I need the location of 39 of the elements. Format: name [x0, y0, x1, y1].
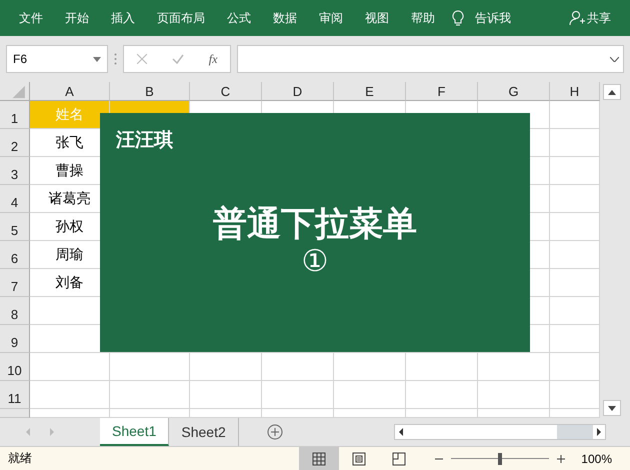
row-header[interactable]: 4 — [0, 185, 30, 213]
status-text: 就绪 — [8, 450, 32, 467]
share-button[interactable]: 共享 — [585, 10, 622, 26]
row-header[interactable]: 7 — [0, 269, 30, 297]
ribbon-tab[interactable]: 公式 — [216, 10, 262, 26]
column-header[interactable]: D — [262, 82, 334, 101]
step-number: ① — [302, 247, 328, 277]
row-header[interactable]: 1 — [0, 101, 30, 129]
row-header[interactable]: 9 — [0, 325, 30, 353]
row-header[interactable]: 2 — [0, 129, 30, 157]
row-header[interactable]: 6 — [0, 241, 30, 269]
column-header[interactable]: G — [478, 82, 550, 101]
insert-function-button[interactable]: fx — [208, 52, 218, 66]
sheet-tab[interactable]: Sheet1 — [100, 418, 170, 446]
ribbon-tab[interactable]: 开始 — [54, 10, 100, 26]
ribbon-tab[interactable]: 插入 — [100, 10, 146, 26]
zoom-level[interactable]: 100% — [581, 452, 612, 466]
ribbon-tab[interactable]: 数据 — [262, 10, 308, 26]
author-label: 汪汪琪 — [116, 129, 173, 153]
column-header[interactable]: A — [30, 82, 110, 101]
card-title: 普通下拉菜单 — [213, 204, 417, 245]
ribbon-tab[interactable]: 审阅 — [308, 10, 354, 26]
column-header[interactable]: F — [406, 82, 478, 101]
tell-me-search[interactable]: 告诉我 — [464, 10, 522, 26]
row-header[interactable]: 8 — [0, 297, 30, 325]
column-header[interactable]: B — [110, 82, 190, 101]
ribbon-tab[interactable]: 视图 — [354, 10, 400, 26]
name-box[interactable]: F6 — [6, 45, 108, 73]
header-cell: 姓名 — [30, 101, 110, 129]
row-header[interactable]: 5 — [0, 213, 30, 241]
row-header[interactable]: 11 — [0, 381, 30, 409]
row-header[interactable]: 10 — [0, 353, 30, 381]
column-header[interactable]: C — [190, 82, 262, 101]
column-header[interactable]: H — [550, 82, 600, 101]
row-header[interactable]: 3 — [0, 157, 30, 185]
ribbon-tab[interactable]: 文件 — [8, 10, 54, 26]
column-header[interactable]: E — [334, 82, 406, 101]
ribbon-tab[interactable]: 帮助 — [400, 10, 446, 26]
ribbon-tab[interactable]: 页面布局 — [146, 10, 216, 26]
